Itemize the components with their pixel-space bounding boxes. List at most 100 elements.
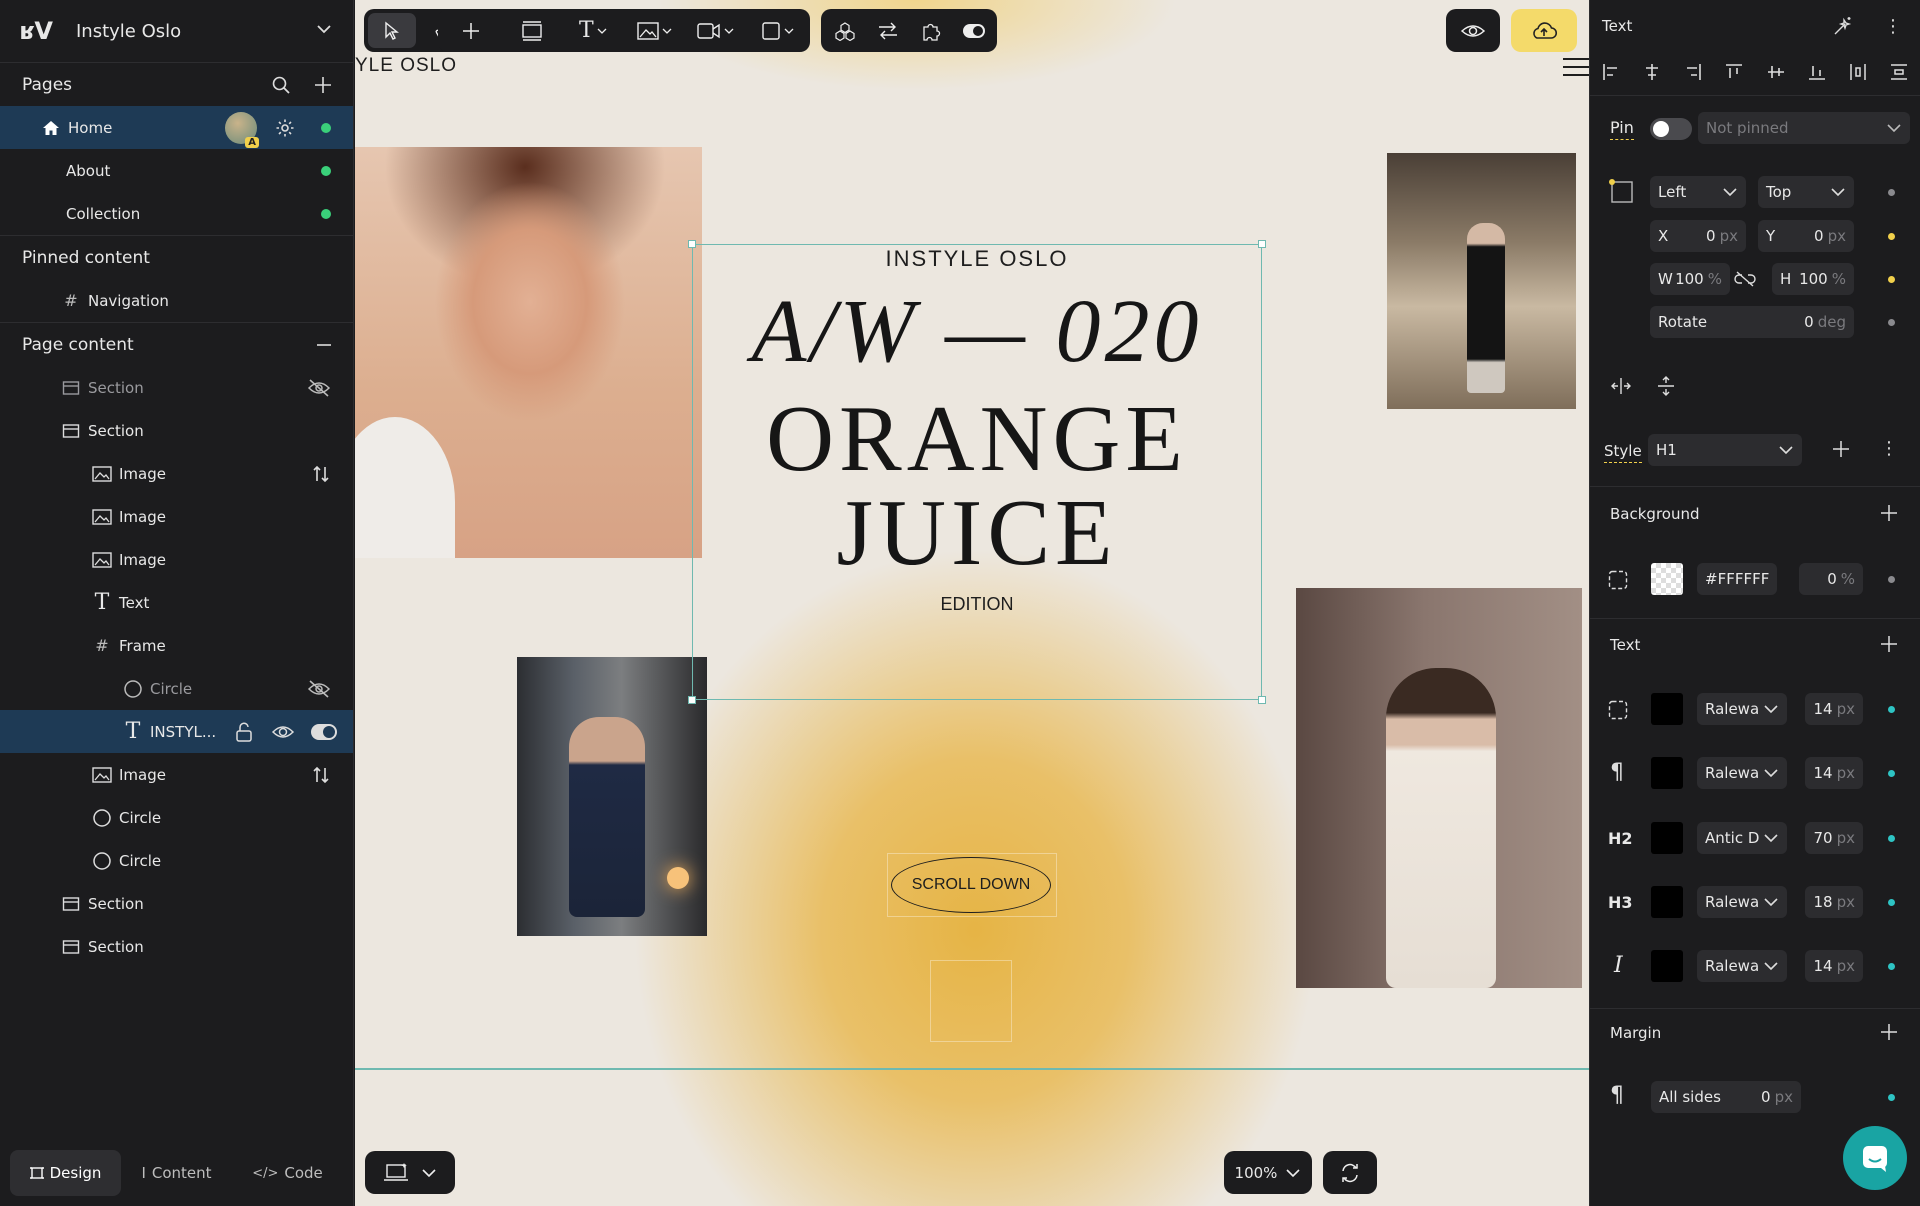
hero-edition-text[interactable]: EDITION bbox=[692, 594, 1262, 615]
font-dropdown[interactable]: Ralewa bbox=[1697, 693, 1787, 725]
photo-man-window[interactable] bbox=[517, 657, 707, 936]
layer-navigation[interactable]: # Navigation bbox=[0, 279, 353, 322]
scroll-down-button[interactable]: SCROLL DOWN bbox=[891, 857, 1051, 913]
tab-content[interactable]: I Content bbox=[121, 1150, 232, 1196]
margin-field[interactable]: All sides 0 px bbox=[1651, 1081, 1801, 1113]
add-page-icon[interactable] bbox=[313, 75, 333, 95]
distribute-h-icon[interactable] bbox=[1849, 63, 1867, 85]
layer-section[interactable]: Section bbox=[0, 366, 353, 409]
link-broken-icon[interactable] bbox=[1734, 270, 1756, 288]
rotate-field[interactable]: Rotate 0 deg bbox=[1650, 306, 1854, 338]
eye-off-icon[interactable] bbox=[307, 679, 331, 699]
layer-section[interactable]: Section bbox=[0, 882, 353, 925]
text-color-swatch[interactable] bbox=[1651, 693, 1683, 725]
zoom-control[interactable]: 100% bbox=[1224, 1151, 1312, 1194]
chat-support-button[interactable] bbox=[1843, 1126, 1907, 1190]
layer-text[interactable]: T Text bbox=[0, 581, 353, 624]
text-color-swatch[interactable] bbox=[1651, 950, 1683, 982]
width-field[interactable]: W 100 % bbox=[1650, 263, 1730, 295]
background-hex-field[interactable]: #FFFFFF bbox=[1697, 563, 1777, 595]
more-vertical-icon[interactable]: ⋮ bbox=[1884, 16, 1902, 37]
page-item-collection[interactable]: Collection bbox=[0, 192, 353, 235]
toggle-icon[interactable] bbox=[311, 723, 337, 740]
toggle-button[interactable] bbox=[955, 13, 993, 48]
select-tool-button[interactable] bbox=[368, 13, 416, 48]
hero-brand-text[interactable]: INSTYLE OSLO bbox=[692, 246, 1262, 272]
site-name[interactable]: Instyle Oslo bbox=[76, 21, 315, 42]
site-brand-text[interactable]: YLE OSLO bbox=[355, 55, 457, 77]
add-image-button[interactable] bbox=[630, 13, 678, 48]
font-size-field[interactable]: 70 px bbox=[1805, 822, 1863, 854]
resize-vertical-icon[interactable] bbox=[311, 765, 331, 785]
photo-woman-white-dress[interactable] bbox=[1296, 588, 1582, 988]
background-opacity-field[interactable]: 0 % bbox=[1799, 563, 1863, 595]
pin-dropdown[interactable]: Not pinned bbox=[1698, 112, 1910, 144]
text-color-swatch[interactable] bbox=[1651, 822, 1683, 854]
add-shape-button[interactable] bbox=[753, 13, 801, 48]
font-dropdown[interactable]: Antic D bbox=[1697, 822, 1787, 854]
preview-button[interactable] bbox=[1446, 9, 1500, 52]
tab-code[interactable]: </> Code bbox=[232, 1150, 343, 1196]
font-size-field[interactable]: 14 px bbox=[1805, 950, 1863, 982]
add-margin-icon[interactable] bbox=[1880, 1023, 1898, 1041]
resize-vertical-icon[interactable] bbox=[311, 464, 331, 484]
text-color-swatch[interactable] bbox=[1651, 757, 1683, 789]
font-size-field[interactable]: 14 px bbox=[1805, 757, 1863, 789]
font-size-field[interactable]: 18 px bbox=[1805, 886, 1863, 918]
anchor-horizontal-dropdown[interactable]: Left bbox=[1650, 176, 1746, 208]
style-dropdown[interactable]: H1 bbox=[1648, 434, 1802, 466]
layer-image[interactable]: Image bbox=[0, 538, 353, 581]
align-left-icon[interactable] bbox=[1602, 63, 1620, 85]
add-section-button[interactable] bbox=[508, 13, 556, 48]
add-style-icon[interactable] bbox=[1832, 440, 1850, 458]
layer-image[interactable]: Image bbox=[0, 452, 353, 495]
device-switcher[interactable] bbox=[365, 1151, 455, 1194]
layer-image[interactable]: Image bbox=[0, 495, 353, 538]
page-item-home[interactable]: Home A bbox=[0, 106, 353, 149]
photo-woman-portrait[interactable] bbox=[355, 147, 702, 558]
eye-icon[interactable] bbox=[271, 722, 295, 742]
design-canvas[interactable]: YLE OSLO INSTYLE OSLO A/W — 020 ORANGE J… bbox=[355, 0, 1589, 1206]
search-icon[interactable] bbox=[271, 75, 291, 95]
align-center-v-icon[interactable] bbox=[1767, 63, 1785, 85]
layer-image[interactable]: Image bbox=[0, 753, 353, 796]
font-dropdown[interactable]: Ralewa bbox=[1697, 757, 1787, 789]
components-button[interactable] bbox=[826, 13, 864, 48]
layer-circle[interactable]: Circle bbox=[0, 839, 353, 882]
layer-circle[interactable]: Circle bbox=[0, 796, 353, 839]
font-size-field[interactable]: 14 px bbox=[1805, 693, 1863, 725]
layer-circle[interactable]: Circle bbox=[0, 667, 353, 710]
anchor-icon[interactable] bbox=[1606, 176, 1634, 206]
x-field[interactable]: X 0 px bbox=[1650, 220, 1746, 252]
layer-frame[interactable]: # Frame bbox=[0, 624, 353, 667]
page-item-about[interactable]: About bbox=[0, 149, 353, 192]
magic-wand-icon[interactable] bbox=[1832, 15, 1854, 37]
align-right-icon[interactable] bbox=[1684, 63, 1702, 85]
dashed-square-icon[interactable] bbox=[1608, 570, 1628, 590]
layer-text-selected[interactable]: T INSTYL... bbox=[0, 710, 353, 753]
tab-design[interactable]: Design bbox=[10, 1150, 121, 1196]
more-vertical-icon[interactable]: ⋮ bbox=[1880, 438, 1898, 459]
add-video-button[interactable] bbox=[691, 13, 740, 48]
photo-woman-arcade[interactable] bbox=[1387, 153, 1576, 409]
hero-season-text[interactable]: A/W — 020 bbox=[692, 280, 1262, 383]
add-button[interactable] bbox=[447, 13, 495, 48]
collapse-icon[interactable] bbox=[315, 336, 333, 354]
hamburger-menu-icon[interactable] bbox=[1563, 58, 1589, 82]
avatar[interactable]: A bbox=[225, 111, 259, 148]
chevron-down-icon[interactable] bbox=[315, 20, 333, 42]
text-color-swatch[interactable] bbox=[1651, 886, 1683, 918]
layer-section[interactable]: Section bbox=[0, 409, 353, 452]
font-dropdown[interactable]: Ralewa bbox=[1697, 950, 1787, 982]
add-text-button[interactable]: T bbox=[569, 13, 617, 48]
align-bottom-icon[interactable] bbox=[1808, 63, 1826, 85]
y-field[interactable]: Y 0 px bbox=[1758, 220, 1854, 252]
background-color-swatch[interactable] bbox=[1651, 563, 1683, 595]
align-top-icon[interactable] bbox=[1725, 63, 1743, 85]
resize-handle[interactable] bbox=[688, 696, 696, 704]
stretch-vertical-icon[interactable] bbox=[1656, 375, 1676, 397]
add-background-icon[interactable] bbox=[1880, 504, 1898, 522]
refresh-button[interactable] bbox=[1323, 1151, 1377, 1194]
plugins-button[interactable] bbox=[912, 13, 950, 48]
swap-button[interactable] bbox=[869, 13, 907, 48]
